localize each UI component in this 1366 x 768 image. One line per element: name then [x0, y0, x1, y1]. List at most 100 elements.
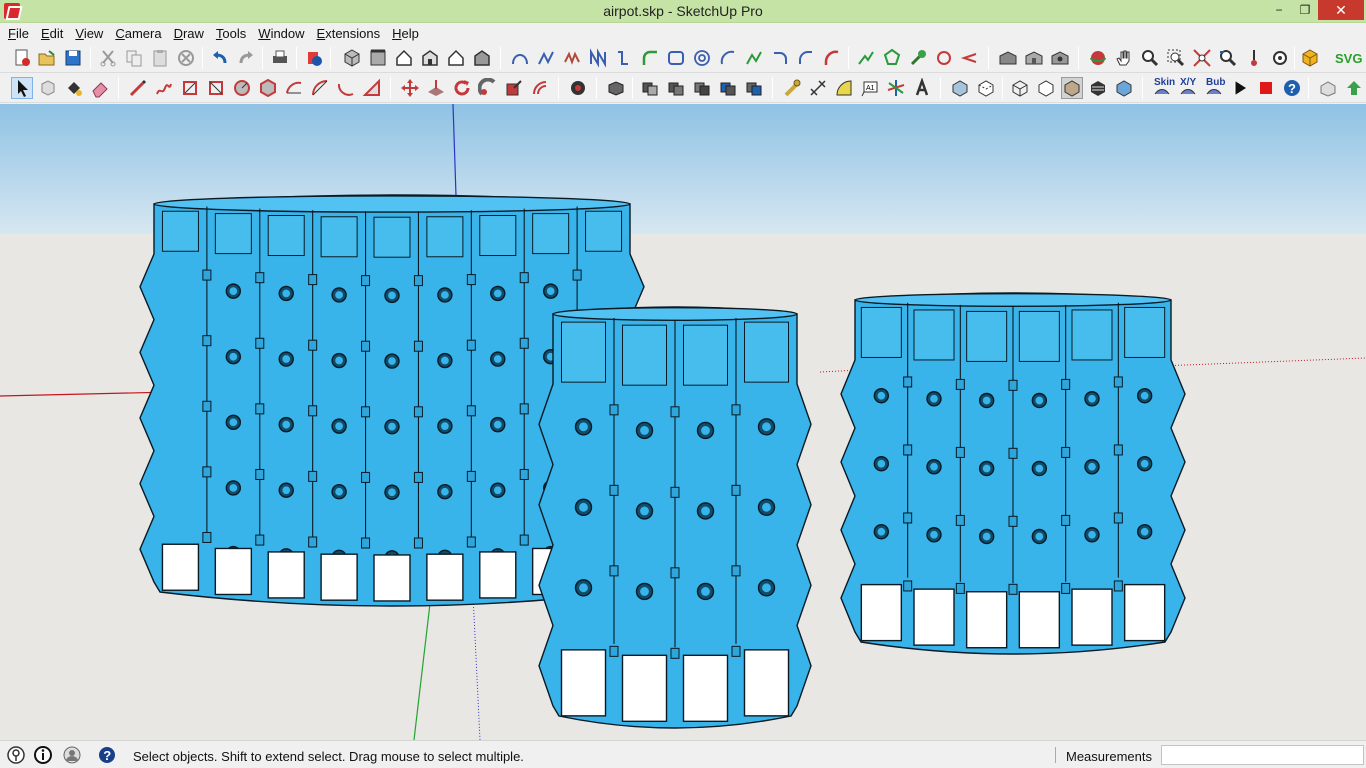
large-pot-hole-inner[interactable]: [546, 287, 555, 295]
medium-pot-notch[interactable]: [1113, 512, 1123, 524]
menu-camera[interactable]: Camera: [109, 26, 167, 41]
large-pot-top-panel[interactable]: [161, 210, 199, 252]
large-pot-notch[interactable]: [308, 470, 318, 482]
dimension-icon[interactable]: [808, 78, 828, 98]
large-pot-notch[interactable]: [255, 337, 265, 349]
medium-pot-notch[interactable]: [903, 580, 913, 592]
maximize-button[interactable]: ❐: [1292, 0, 1318, 20]
large-pot-notch[interactable]: [466, 339, 476, 351]
save-icon[interactable]: [63, 48, 83, 68]
shaded-style-icon[interactable]: [1061, 77, 1083, 99]
medium-pot-hole-inner[interactable]: [1088, 394, 1096, 403]
large-pot-rim[interactable]: [153, 195, 631, 213]
medium-pot-top-panel[interactable]: [1071, 309, 1113, 361]
spline-icon[interactable]: [614, 48, 634, 68]
solid-intersect-icon[interactable]: [640, 78, 660, 98]
polygon-tool-icon[interactable]: [258, 78, 278, 98]
extension-warehouse-icon[interactable]: [1050, 48, 1070, 68]
small-pot-hole-inner[interactable]: [579, 422, 588, 432]
sketch-line-icon[interactable]: [744, 48, 764, 68]
medium-pot-hole-inner[interactable]: [877, 391, 886, 400]
medium-pot-hole-inner[interactable]: [1140, 459, 1149, 468]
large-pot-hole-inner[interactable]: [388, 488, 396, 497]
front-view-icon[interactable]: [394, 48, 414, 68]
rectangle-outline-icon[interactable]: [666, 48, 686, 68]
large-pot-notch[interactable]: [413, 340, 423, 352]
component-box-icon[interactable]: [1300, 48, 1320, 68]
medium-pot-hole-inner[interactable]: [930, 530, 938, 539]
arc-two-point-icon[interactable]: [718, 48, 738, 68]
look-around-icon[interactable]: [1270, 48, 1290, 68]
medium-pot-notch[interactable]: [1061, 582, 1071, 594]
medium-pot-hole-inner[interactable]: [930, 462, 938, 471]
large-pot-notch[interactable]: [202, 466, 212, 478]
small-pot-base-window[interactable]: [743, 649, 790, 717]
medium-pot-top-panel[interactable]: [1018, 310, 1060, 362]
menu-extensions[interactable]: Extensions: [311, 26, 387, 41]
small-pot-notch[interactable]: [670, 406, 680, 418]
svg-export-label[interactable]: SVG: [1335, 51, 1362, 66]
erase-selection-icon[interactable]: [176, 48, 196, 68]
medium-pot-hole-inner[interactable]: [930, 394, 938, 403]
small-pot-notch[interactable]: [731, 404, 741, 416]
line-pencil-icon[interactable]: [128, 78, 148, 98]
large-pot-top-panel[interactable]: [373, 216, 411, 258]
left-view-icon[interactable]: [472, 48, 492, 68]
large-pot-notch[interactable]: [466, 536, 476, 548]
large-pot-hole-inner[interactable]: [388, 422, 396, 431]
pie-outline-icon[interactable]: [960, 48, 980, 68]
large-pot-top-panel[interactable]: [214, 213, 252, 255]
small-pot-hole-inner[interactable]: [701, 506, 710, 516]
large-pot-notch[interactable]: [466, 274, 476, 286]
medium-pot-hole-inner[interactable]: [877, 527, 886, 536]
large-pot-hole-inner[interactable]: [335, 291, 343, 299]
two-point-arc-icon[interactable]: [310, 78, 330, 98]
bezier-icon[interactable]: [588, 48, 608, 68]
zoom-icon[interactable]: [1140, 48, 1160, 68]
arc-curve-icon[interactable]: [510, 48, 530, 68]
small-pot-hole-inner[interactable]: [640, 426, 649, 435]
wrench-icon[interactable]: [908, 48, 928, 68]
iso-view-icon[interactable]: [342, 48, 362, 68]
large-pot-hole-inner[interactable]: [335, 356, 343, 365]
move-icon[interactable]: [400, 78, 420, 98]
circle-outline-icon[interactable]: [934, 48, 954, 68]
medium-pot-notch[interactable]: [1008, 583, 1018, 595]
large-pot-hole-inner[interactable]: [335, 487, 343, 496]
small-pot-notch[interactable]: [731, 565, 741, 577]
large-pot-top-panel[interactable]: [267, 215, 305, 257]
menu-window[interactable]: Window: [252, 26, 310, 41]
circle-icon[interactable]: [232, 78, 252, 98]
print-icon[interactable]: [270, 48, 290, 68]
arc-icon[interactable]: [284, 78, 304, 98]
small-pot-top-panel[interactable]: [622, 324, 667, 386]
menu-file[interactable]: File: [2, 26, 35, 41]
medium-pot-base-window[interactable]: [1071, 588, 1113, 646]
medium-pot-hole-inner[interactable]: [1088, 530, 1096, 539]
offset-icon[interactable]: [530, 78, 550, 98]
redo-icon[interactable]: [236, 48, 256, 68]
small-pot-notch[interactable]: [670, 567, 680, 579]
solid-trim-icon[interactable]: [692, 78, 712, 98]
large-pot-base-window[interactable]: [479, 551, 517, 599]
medium-pot-notch[interactable]: [1061, 514, 1071, 526]
curve-fillet-icon[interactable]: [640, 48, 660, 68]
large-pot-notch[interactable]: [466, 470, 476, 482]
large-pot-hole-inner[interactable]: [441, 487, 449, 496]
new-file-icon[interactable]: [12, 48, 32, 68]
large-pot-base-window[interactable]: [267, 551, 305, 599]
medium-pot-notch[interactable]: [1008, 515, 1018, 527]
share-model-icon[interactable]: [1024, 48, 1044, 68]
open-file-icon[interactable]: [37, 48, 57, 68]
medium-pot-top-panel[interactable]: [1124, 306, 1166, 358]
close-button[interactable]: ✕: [1318, 0, 1364, 20]
large-pot-hole-inner[interactable]: [493, 355, 502, 363]
large-pot-notch[interactable]: [413, 275, 423, 287]
large-pot-notch[interactable]: [202, 531, 212, 543]
freehand-icon[interactable]: [154, 78, 174, 98]
large-pot-top-panel[interactable]: [532, 213, 570, 255]
model-info-icon[interactable]: [304, 48, 324, 68]
solid-subtract-icon[interactable]: [666, 78, 686, 98]
three-point-arc-icon[interactable]: [336, 78, 356, 98]
medium-pot-rim[interactable]: [854, 292, 1172, 307]
